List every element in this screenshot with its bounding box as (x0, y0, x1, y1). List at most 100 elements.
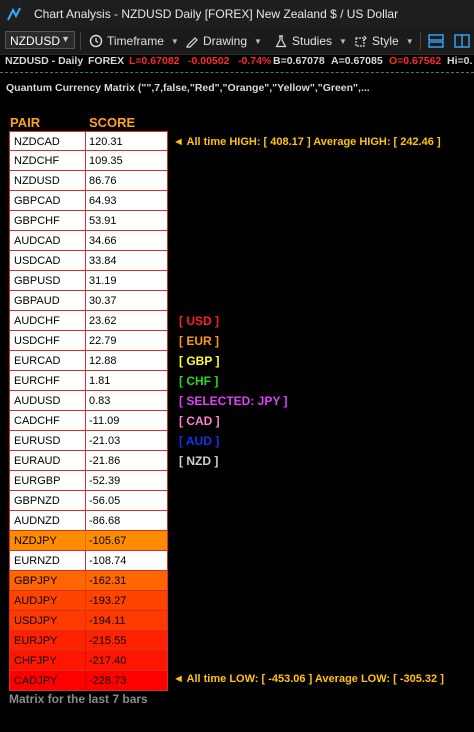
column-divider (85, 291, 86, 310)
pair-cell: NZDJPY (14, 535, 57, 547)
pair-cell: CADJPY (14, 675, 58, 687)
pair-cell: GBPAUD (14, 295, 60, 307)
column-divider (85, 311, 86, 330)
pair-cell: EURNZD (14, 555, 60, 567)
table-row: GBPCAD 64.93 (9, 191, 168, 211)
pair-cell: GBPUSD (14, 275, 61, 287)
timeframe-label: Timeframe (107, 34, 164, 48)
pair-cell: NZDUSD (14, 175, 60, 187)
pair-cell: NZDCHF (14, 155, 60, 167)
column-divider (85, 551, 86, 570)
window-title: Chart Analysis - NZDUSD Daily [FOREX] Ne… (34, 7, 399, 21)
score-cell: -56.05 (89, 495, 121, 507)
score-cell: -162.31 (89, 575, 127, 587)
panels-button[interactable] (454, 32, 474, 50)
column-divider (85, 371, 86, 390)
studies-button[interactable]: Studies ▼ (274, 32, 347, 50)
all-time-low-note: ◄ All time LOW: [ -453.06 ] Average LOW:… (173, 673, 444, 685)
timeframe-button[interactable]: Timeframe ▼ (89, 32, 179, 50)
score-cell: -52.39 (89, 475, 121, 487)
table-row: NZDUSD 86.76 (9, 171, 168, 191)
score-cell: -217.40 (89, 655, 127, 667)
column-divider (85, 132, 86, 150)
pair-cell: AUDCHF (14, 315, 60, 327)
score-cell: 12.88 (89, 355, 117, 367)
score-cell: 120.31 (89, 136, 123, 148)
symbol-value: NZDUSD (10, 34, 60, 48)
score-cell: -215.55 (89, 635, 127, 647)
quote-line: NZDUSD - Daily FOREX L=0.67082 -0.00502 … (0, 55, 474, 70)
pair-cell: USDCHF (14, 335, 60, 347)
score-cell: 22.79 (89, 335, 117, 347)
legend-item: [ CAD ] (179, 414, 220, 428)
clock-icon (89, 34, 103, 48)
layout-button[interactable] (428, 32, 448, 50)
column-divider (85, 231, 86, 250)
column-divider (85, 171, 86, 190)
score-cell: -21.03 (89, 435, 121, 447)
symbol-selector[interactable]: NZDUSD ▼ (5, 31, 75, 49)
table-row: GBPAUD 30.37 (9, 291, 168, 311)
score-cell: 0.83 (89, 395, 111, 407)
table-row: AUDJPY -193.27 (9, 591, 168, 611)
table-row: AUDUSD 0.83 (9, 391, 168, 411)
study-name: Quantum Currency Matrix ("",7,false,"Red… (6, 82, 370, 94)
style-icon (355, 35, 367, 47)
flask-icon (275, 35, 287, 48)
toolbar-divider (80, 32, 81, 50)
chevron-down-icon: ▼ (170, 36, 179, 46)
score-cell: -105.67 (89, 535, 127, 547)
score-cell: 1.81 (89, 375, 111, 387)
table-row: EURUSD -21.03 (9, 431, 168, 451)
column-divider (85, 471, 86, 490)
table-row: USDCHF 22.79 (9, 331, 168, 351)
style-button[interactable]: Style ▼ (354, 32, 414, 50)
score-cell: -228.73 (89, 675, 127, 687)
layout-icon (428, 34, 444, 48)
table-row: EURGBP -52.39 (9, 471, 168, 491)
column-divider (85, 271, 86, 290)
table-row: GBPCHF 53.91 (9, 211, 168, 231)
style-label: Style (372, 34, 399, 48)
studies-label: Studies (292, 34, 333, 48)
column-divider (85, 391, 86, 410)
table-row: AUDCAD 34.66 (9, 231, 168, 251)
table-row: GBPJPY -162.31 (9, 571, 168, 591)
score-cell: 30.37 (89, 295, 117, 307)
quote-symbol: NZDUSD - Daily (5, 55, 84, 67)
pair-cell: USDJPY (14, 615, 58, 627)
column-divider (85, 211, 86, 230)
score-cell: 34.66 (89, 235, 117, 247)
table-row: EURJPY -215.55 (9, 631, 168, 651)
table-row: CADCHF -11.09 (9, 411, 168, 431)
table-row: CHFJPY -217.40 (9, 651, 168, 671)
pair-cell: NZDCAD (14, 136, 60, 148)
matrix-table: NZDCAD 120.31 NZDCHF 109.35 NZDUSD 86.76 GBPCA… (9, 131, 168, 691)
quote-market: FOREX (88, 55, 125, 67)
drawing-button[interactable]: Drawing ▼ (185, 32, 262, 50)
drawing-label: Drawing (203, 34, 248, 48)
table-row: CADJPY -228.73 (9, 671, 168, 691)
column-divider (85, 531, 86, 550)
chevron-down-icon: ▼ (254, 36, 262, 46)
column-divider (85, 651, 86, 670)
pair-cell: AUDJPY (14, 595, 58, 607)
table-row: NZDCHF 109.35 (9, 151, 168, 171)
score-cell: 33.84 (89, 255, 117, 267)
matrix-footer: Matrix for the last 7 bars (9, 692, 148, 706)
table-row: NZDCAD 120.31 (9, 131, 168, 151)
pair-cell: AUDNZD (14, 515, 60, 527)
score-cell: 31.19 (89, 275, 117, 287)
legend-item: [ CHF ] (179, 374, 219, 388)
score-cell: 109.35 (89, 155, 123, 167)
chevron-down-icon: ▼ (405, 36, 414, 46)
chevron-down-icon: ▼ (339, 36, 347, 46)
chevron-down-icon: ▼ (61, 34, 70, 44)
toolbar-divider (420, 32, 421, 50)
price-line (0, 72, 474, 73)
table-row: AUDNZD -86.68 (9, 511, 168, 531)
pair-cell: GBPCHF (14, 215, 60, 227)
title-bar: Chart Analysis - NZDUSD Daily [FOREX] Ne… (0, 0, 474, 29)
pair-cell: EURCHF (14, 375, 60, 387)
pair-cell: GBPJPY (14, 575, 58, 587)
